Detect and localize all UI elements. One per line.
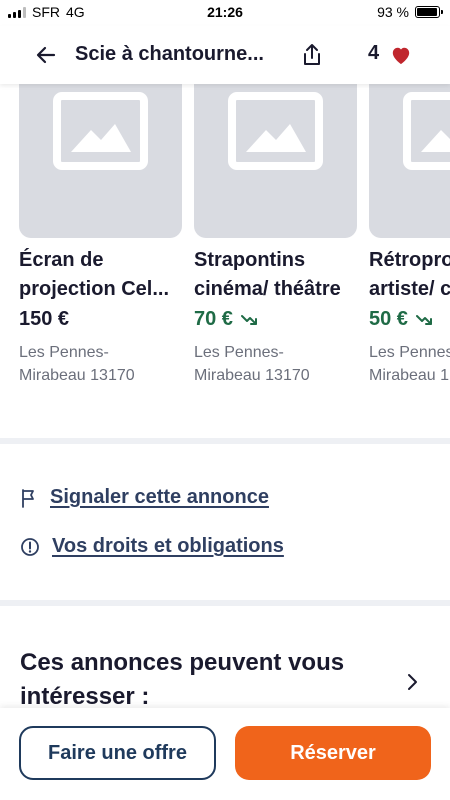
- chevron-right-icon[interactable]: [404, 672, 420, 692]
- ad-card[interactable]: Écran de projection Cel... 150 € Les Pen…: [19, 84, 182, 387]
- ad-title-line: Écran de: [19, 249, 104, 271]
- section-divider: [0, 438, 450, 444]
- rights-link[interactable]: Vos droits et obligations: [20, 535, 284, 558]
- image-placeholder-icon: [403, 92, 450, 170]
- ad-location: Les Pennes- Mirabeau 13170: [194, 341, 374, 387]
- ad-card[interactable]: Rétroproj artiste/ c 50 € Les Pennes Mir…: [369, 84, 450, 387]
- image-placeholder-icon: [228, 92, 323, 170]
- ad-title[interactable]: Strapontins cinéma/ théâtre: [194, 246, 394, 304]
- ad-location-line: Les Pennes-: [19, 344, 109, 361]
- status-right: 93 %: [377, 4, 443, 20]
- make-offer-button[interactable]: Faire une offre: [19, 726, 216, 780]
- ad-title[interactable]: Écran de projection Cel...: [19, 246, 219, 304]
- ad-location-line: Mirabeau 13170: [19, 367, 135, 384]
- ad-location-line: Mirabeau 13170: [194, 367, 310, 384]
- ad-title-line: Rétroproj: [369, 249, 450, 271]
- report-ad-link[interactable]: Signaler cette annonce: [20, 486, 269, 509]
- top-app-bar: Scie à chantourne... 4: [0, 26, 450, 84]
- ad-location-line: Les Pennes: [369, 344, 450, 361]
- page-title: Scie à chantourne...: [75, 43, 264, 65]
- rights-label[interactable]: Vos droits et obligations: [52, 535, 284, 558]
- battery-percent: 93 %: [377, 4, 409, 20]
- trend-down-icon: [415, 314, 432, 325]
- ad-title-line: artiste/ c: [369, 278, 450, 300]
- heart-icon[interactable]: [390, 45, 412, 65]
- ad-image-placeholder: [19, 84, 182, 238]
- battery-icon: [415, 6, 443, 18]
- ad-price-value: 50 €: [369, 308, 408, 330]
- image-placeholder-icon: [53, 92, 148, 170]
- ad-location: Les Pennes Mirabeau 1: [369, 341, 450, 387]
- favorites-count[interactable]: 4: [368, 42, 379, 65]
- ad-image-placeholder: [194, 84, 357, 238]
- ad-price: 70 €: [194, 308, 357, 331]
- section-divider: [0, 600, 450, 606]
- ad-title-line: projection Cel...: [19, 278, 170, 300]
- ad-price-value: 150 €: [19, 308, 70, 330]
- report-ad-label[interactable]: Signaler cette annonce: [50, 486, 269, 509]
- ad-price: 50 €: [369, 308, 450, 331]
- info-circle-icon: [21, 537, 39, 556]
- trend-down-icon: [240, 314, 257, 325]
- related-ads-carousel[interactable]: Écran de projection Cel... 150 € Les Pen…: [0, 84, 450, 404]
- flag-icon: [22, 488, 34, 508]
- reserve-button[interactable]: Réserver: [235, 726, 431, 780]
- bottom-action-bar: Faire une offre Réserver: [0, 708, 450, 800]
- ad-price: 150 €: [19, 308, 182, 331]
- ad-price-value: 70 €: [194, 308, 233, 330]
- battery-level: [417, 8, 437, 16]
- suggestions-heading[interactable]: Ces annonces peuvent vous intéresser :: [20, 646, 380, 714]
- ad-title-line: cinéma/ théâtre: [194, 278, 341, 300]
- ad-title-line: Strapontins: [194, 249, 306, 271]
- ad-location: Les Pennes- Mirabeau 13170: [19, 341, 199, 387]
- ad-location-line: Mirabeau 1: [369, 367, 450, 384]
- ad-location-line: Les Pennes-: [194, 344, 284, 361]
- back-arrow-icon[interactable]: [34, 43, 58, 67]
- ad-card[interactable]: Strapontins cinéma/ théâtre 70 € Les Pen…: [194, 84, 357, 387]
- status-bar: SFR 4G 21:26 93 %: [0, 0, 450, 26]
- share-icon[interactable]: [300, 42, 324, 68]
- ad-image-placeholder: [369, 84, 450, 238]
- ad-title[interactable]: Rétroproj artiste/ c: [369, 246, 450, 304]
